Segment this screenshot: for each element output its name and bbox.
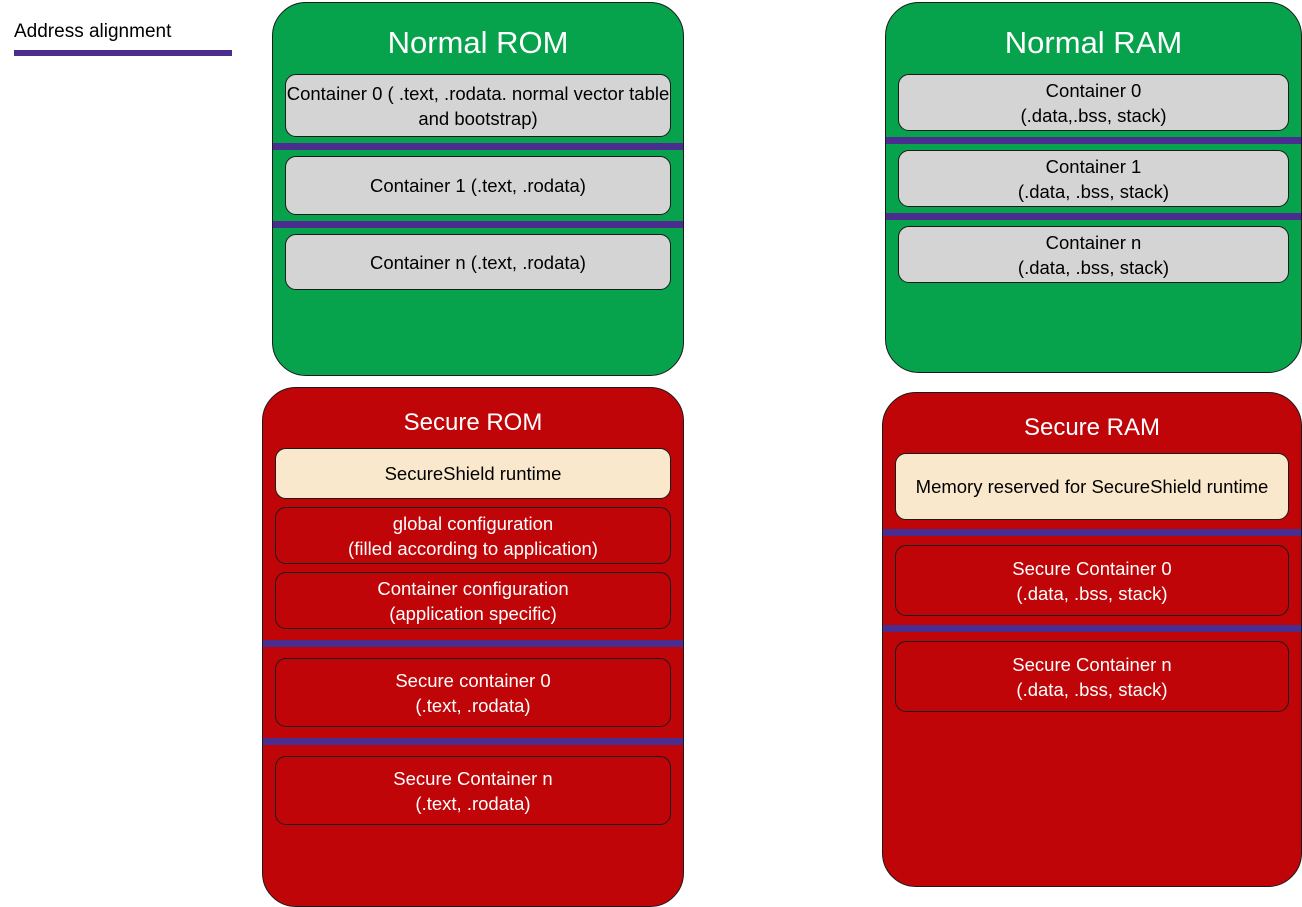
slot-label: Container configuration (application spe… [377,577,569,624]
region-normal-rom: Normal ROM Container 0 ( .text, .rodata.… [272,2,684,376]
alignment-bar [263,738,683,745]
slot-normal-ram-container-n: Container n (.data, .bss, stack) [898,226,1289,283]
region-title-secure-ram: Secure RAM [1023,414,1161,441]
slot-secure-rom-container-configuration: Container configuration (application spe… [275,572,671,629]
slot-label: Container 0 ( .text, .rodata. normal vec… [286,82,670,129]
slot-label: Container 1 (.text, .rodata) [370,175,586,196]
alignment-bar [883,529,1301,536]
region-title-normal-rom: Normal ROM [387,25,569,60]
slot-secure-rom-global-configuration: global configuration (filled according t… [275,507,671,564]
slot-label: Container 0 (.data,.bss, stack) [1020,79,1167,126]
alignment-bar [886,137,1301,144]
slot-normal-ram-container-1: Container 1 (.data, .bss, stack) [898,150,1289,207]
slot-secure-rom-secure-container-n: Secure Container n (.text, .rodata) [275,756,671,825]
region-title-normal-ram: Normal RAM [1004,25,1183,60]
slot-label: Container 1 (.data, .bss, stack) [1017,155,1170,202]
slot-label: Secure container 0 (.text, .rodata) [395,669,551,716]
slot-label: Secure Container n (.data, .bss, stack) [1012,653,1172,700]
alignment-bar [886,213,1301,220]
slot-label: Container n (.text, .rodata) [370,251,586,273]
slot-normal-rom-container-1: Container 1 (.text, .rodata) [285,156,671,215]
region-secure-ram: Secure RAM Memory reserved for SecureShi… [882,392,1302,887]
region-title-secure-rom: Secure ROM [403,409,543,436]
slot-label: Memory reserved for SecureShield runtime [915,476,1269,497]
slot-secure-ram-reserved-runtime: Memory reserved for SecureShield runtime [895,453,1289,520]
legend-label: Address alignment [14,21,172,42]
slot-secure-rom-secureshield-runtime: SecureShield runtime [275,448,671,499]
slot-secure-ram-secure-container-n: Secure Container n (.data, .bss, stack) [895,641,1289,712]
slot-label: Container n (.data, .bss, stack) [1017,231,1170,278]
legend: Address alignment [14,20,254,56]
alignment-bar [273,143,683,150]
region-secure-rom: Secure ROM SecureShield runtime global c… [262,387,684,907]
slot-normal-rom-container-n: Container n (.text, .rodata) [285,234,671,290]
slot-label: global configuration (filled according t… [348,512,598,559]
alignment-bar [273,221,683,228]
slot-secure-rom-secure-container-0: Secure container 0 (.text, .rodata) [275,658,671,727]
slot-normal-rom-container-0: Container 0 ( .text, .rodata. normal vec… [285,74,671,137]
alignment-bar [263,640,683,647]
slot-normal-ram-container-0: Container 0 (.data,.bss, stack) [898,74,1289,131]
slot-label: Secure Container n (.text, .rodata) [393,767,553,814]
alignment-bar [883,625,1301,632]
region-normal-ram: Normal RAM Container 0 (.data,.bss, stac… [885,2,1302,373]
slot-label: Secure Container 0 (.data, .bss, stack) [1012,557,1172,604]
legend-alignment-bar [14,50,232,56]
slot-secure-ram-secure-container-0: Secure Container 0 (.data, .bss, stack) [895,545,1289,616]
slot-label: SecureShield runtime [384,463,562,484]
